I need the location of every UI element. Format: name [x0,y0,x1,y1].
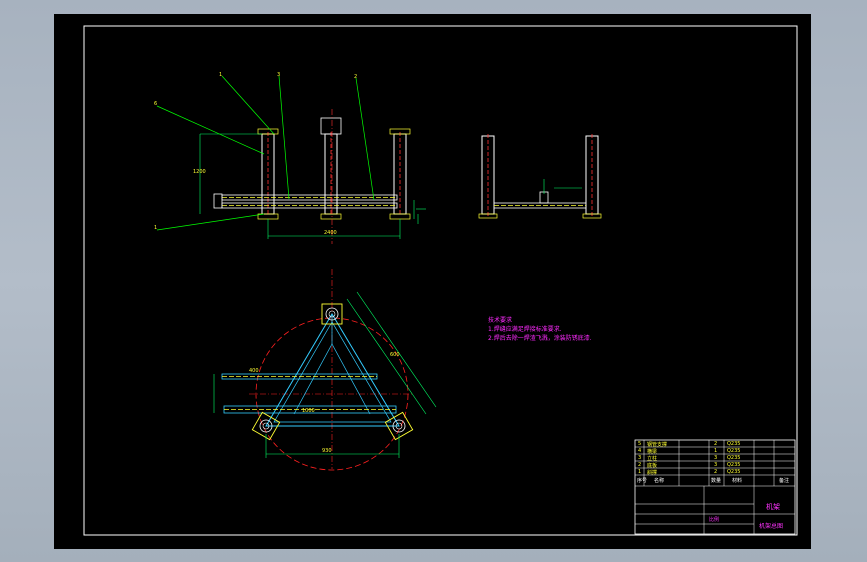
drawing-viewport[interactable]: 1 3 2 6 1 1200 2400 930 600 1000 400 技术要… [54,14,811,549]
part-name: 横梁 [647,449,658,455]
leader-label: 6 [154,101,158,107]
part-material: Q235 [727,448,741,454]
tech-requirement-item: 2.焊后去除一焊渣飞溅，涂装防锈底漆. [488,335,592,342]
plan-view [213,269,437,471]
header-cell: 数量 [711,478,722,484]
dimension-label: 1200 [193,169,206,175]
leader-label: 3 [277,72,281,78]
drawing-name: 机架 [766,503,780,511]
leader-label: 2 [354,74,358,80]
part-material: Q235 [727,469,741,475]
side-view [478,134,602,219]
part-name: 底板 [647,463,658,469]
part-qty: 3 [714,455,718,461]
leader-label: 1 [154,225,158,231]
leader-label: 1 [219,72,223,78]
part-no: 1 [638,469,642,475]
part-material: Q235 [727,462,741,468]
part-qty: 3 [714,462,718,468]
part-no: 2 [638,462,642,468]
part-material: Q235 [727,441,741,447]
dimension-label: 400 [249,368,259,374]
part-name: 斜撑 [647,470,658,476]
front-view [156,75,426,244]
cad-drawing [83,25,798,536]
drawing-frame [83,25,798,536]
part-no: 5 [638,441,642,447]
part-qty: 2 [714,469,718,475]
header-cell: 序号 [637,478,648,484]
header-cell: 备注 [779,478,790,484]
tech-requirements-heading: 技术要求 [488,317,513,324]
drawing-number: 机架总图 [759,523,784,530]
part-name: 立柱 [647,456,658,462]
dimension-label: 930 [322,448,332,454]
part-no: 4 [638,448,642,454]
part-no: 3 [638,455,642,461]
part-qty: 2 [714,441,718,447]
part-material: Q235 [727,455,741,461]
header-cell: 名称 [654,478,665,484]
dimension-label: 600 [390,352,400,358]
tech-requirement-item: 1.焊缝应满足焊接标准要求. [488,326,562,333]
dimension-label: 1000 [302,408,315,414]
scale-label: 比例 [709,517,720,523]
dimension-label: 2400 [324,230,337,236]
part-name: 钢管支撑 [647,442,668,448]
part-qty: 1 [714,448,718,454]
header-cell: 材料 [732,478,743,484]
